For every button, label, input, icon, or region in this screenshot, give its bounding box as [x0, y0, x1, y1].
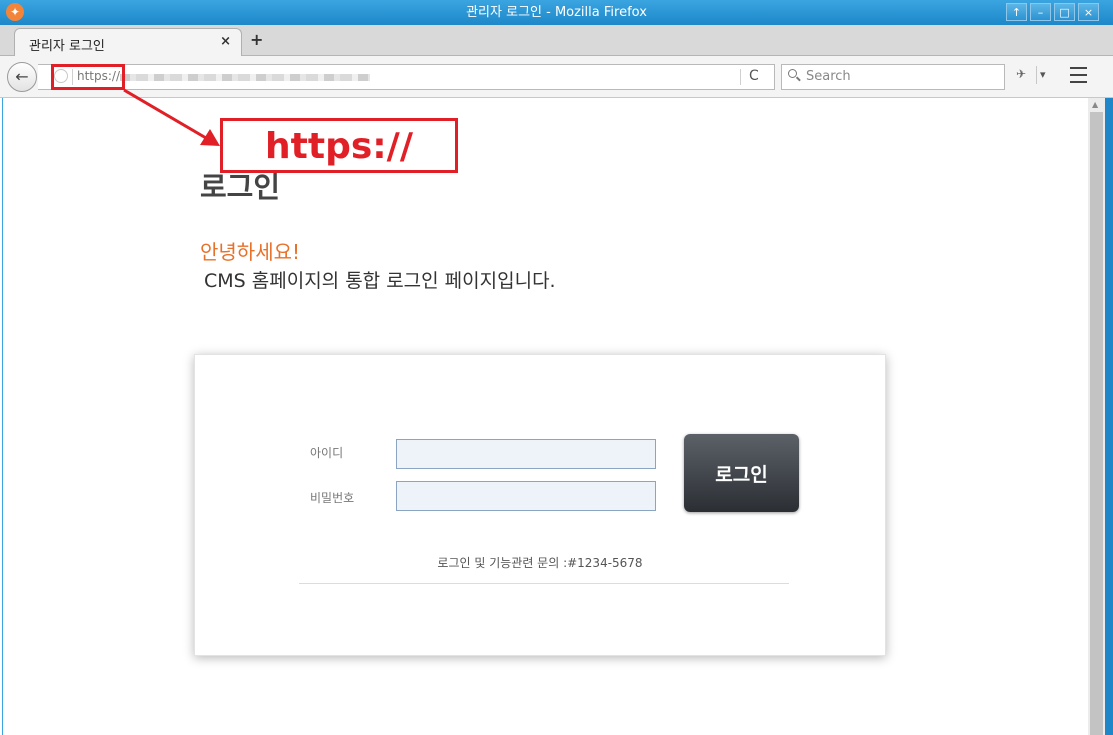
annotation-callout-text: https:// — [265, 126, 413, 167]
tab-title: 관리자 로그인 — [29, 39, 105, 54]
browser-window: ✦ 관리자 로그인 - Mozilla Firefox ↑ – □ × 관리자 … — [0, 0, 1113, 735]
login-panel: 아이디 비밀번호 로그인 로그인 및 기능관련 문의 :#1234-5678 — [194, 354, 886, 656]
url-bar[interactable]: https:// C — [38, 64, 775, 90]
scroll-thumb[interactable] — [1090, 112, 1103, 735]
window-minimize-button[interactable]: – — [1030, 3, 1051, 21]
greeting-text: 안녕하세요! — [200, 240, 301, 264]
vertical-scrollbar[interactable]: ▲ — [1088, 98, 1105, 735]
id-label: 아이디 — [310, 446, 344, 460]
window-maximize-button[interactable]: □ — [1054, 3, 1075, 21]
id-input[interactable] — [396, 439, 656, 469]
annotation-callout: https:// — [220, 118, 458, 173]
tab-admin-login[interactable]: 관리자 로그인 × — [14, 28, 242, 56]
reload-separator — [740, 69, 741, 85]
tab-close-icon[interactable]: × — [220, 34, 231, 49]
search-box[interactable]: Search — [781, 64, 1005, 90]
url-highlight-box — [51, 64, 125, 90]
panel-divider — [299, 583, 789, 584]
new-tab-button[interactable]: + — [250, 30, 263, 49]
reload-icon[interactable]: C — [749, 68, 759, 84]
password-input[interactable] — [396, 481, 656, 511]
intro-text: CMS 홈페이지의 통합 로그인 페이지입니다. — [204, 270, 556, 292]
back-button[interactable]: ← — [7, 62, 37, 92]
addon-icon[interactable]: ✈ — [1016, 67, 1026, 81]
addon-separator — [1036, 66, 1037, 84]
hamburger-menu-icon[interactable] — [1066, 62, 1092, 86]
url-redacted — [120, 74, 370, 81]
window-keep-above-button[interactable]: ↑ — [1006, 3, 1027, 21]
password-label: 비밀번호 — [310, 491, 355, 505]
window-close-button[interactable]: × — [1078, 3, 1099, 21]
scroll-up-icon[interactable]: ▲ — [1092, 100, 1098, 109]
window-title: 관리자 로그인 - Mozilla Firefox — [466, 5, 647, 20]
addon-dropdown-icon[interactable]: ▾ — [1040, 68, 1046, 81]
tab-strip: 관리자 로그인 × — [0, 25, 1113, 56]
contact-info: 로그인 및 기능관련 문의 :#1234-5678 — [437, 556, 643, 570]
search-icon — [788, 69, 797, 78]
navigation-bar: https:// C ← Search — [0, 56, 1113, 98]
login-button[interactable]: 로그인 — [684, 434, 799, 512]
search-placeholder: Search — [806, 69, 851, 84]
window-border — [1105, 98, 1113, 735]
title-bar: ✦ 관리자 로그인 - Mozilla Firefox ↑ – □ × — [0, 0, 1113, 25]
